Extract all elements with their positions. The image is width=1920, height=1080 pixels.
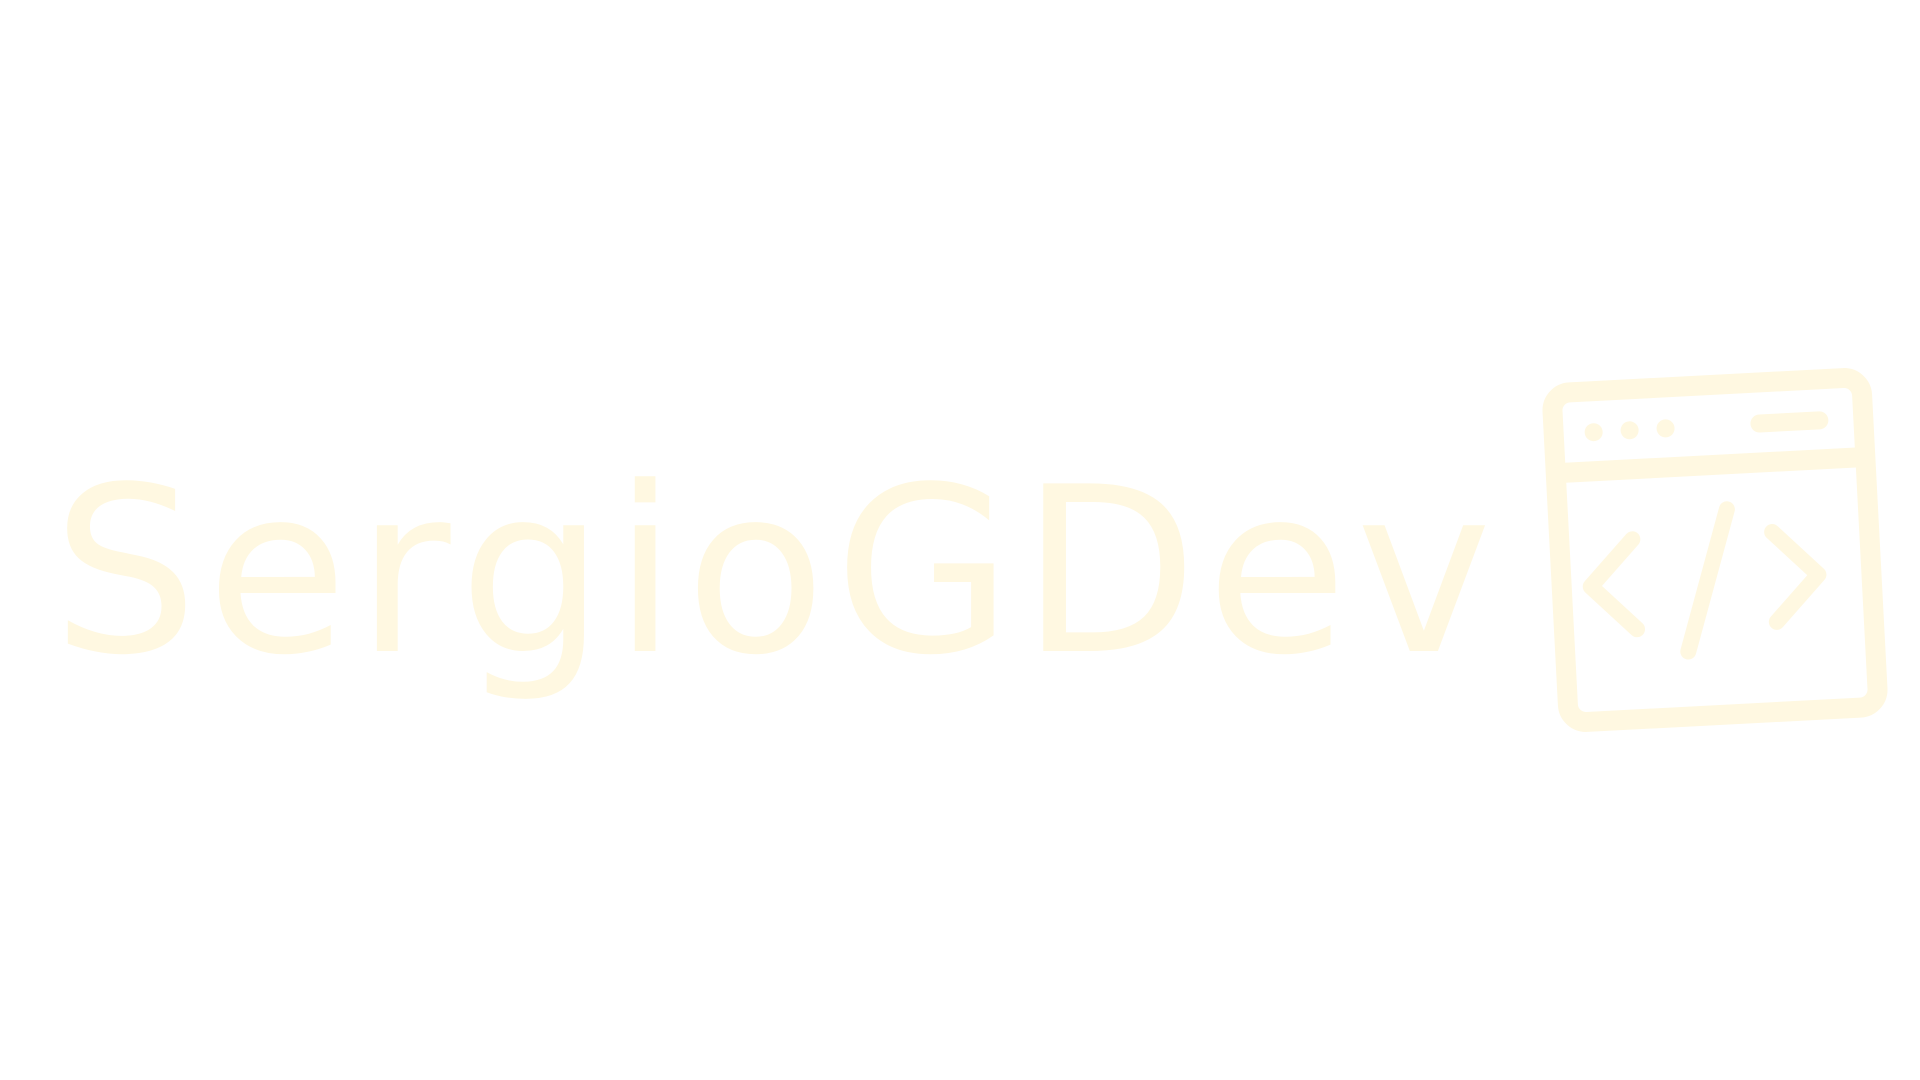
logo-letter: e (1206, 439, 1348, 706)
logo-letter: o (685, 439, 826, 706)
logo-letter: g (458, 439, 605, 706)
logo-letter: D (1020, 439, 1198, 706)
logo-letter: r (356, 439, 451, 706)
code-window-icon (1535, 360, 1895, 740)
logo-letter: S (52, 439, 198, 706)
logo-wordmark: S e r g i o G D e v (52, 448, 1492, 698)
logo-letter: i (613, 439, 677, 706)
logo-letter: G (834, 439, 1013, 706)
logo-letter: e (206, 439, 348, 706)
logo-letter: v (1355, 439, 1492, 706)
page-canvas: S e r g i o G D e v (0, 0, 1920, 1080)
